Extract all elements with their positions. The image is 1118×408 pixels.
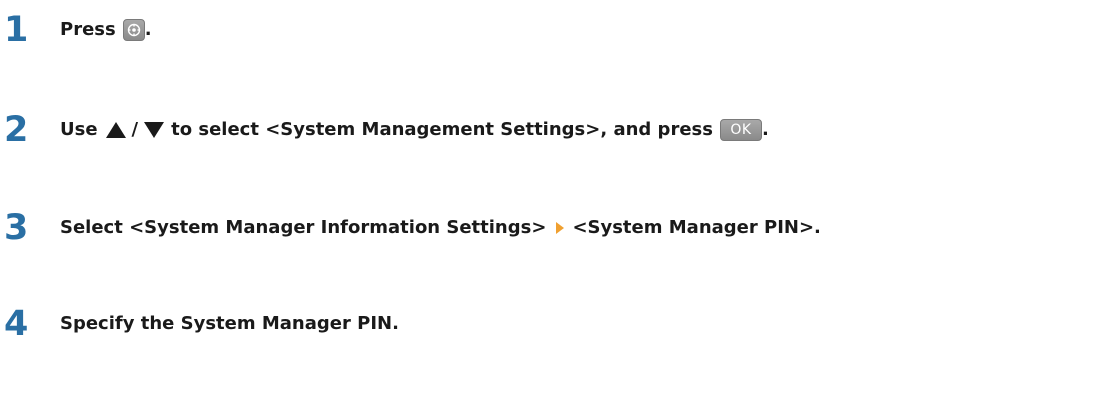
step-2-slash: / <box>131 119 139 140</box>
step-2-period: . <box>761 119 769 140</box>
step-number: 1 <box>4 9 29 50</box>
step-3-after: <System Manager PIN>. <box>572 217 821 238</box>
step-2-middle: to select <System Management Settings>, … <box>171 119 713 140</box>
step-2-use: Use <box>60 119 98 140</box>
step-3-before: Select <System Manager Information Setti… <box>60 217 547 238</box>
step-text: Press . <box>60 19 152 41</box>
up-arrow-icon <box>105 122 126 138</box>
step-1-text: Press <box>60 19 116 40</box>
menu-key-icon <box>122 19 145 41</box>
step-number: 3 <box>4 207 29 248</box>
step-2: 2 Use / to select <System Management Set… <box>0 108 769 152</box>
step-4-text: Specify the System Manager PIN. <box>60 313 399 334</box>
step-1: 1 Press . <box>0 8 152 52</box>
step-text: Select <System Manager Information Setti… <box>60 219 821 237</box>
step-number: 4 <box>4 303 29 344</box>
down-arrow-icon <box>144 122 165 138</box>
step-3: 3 Select <System Manager Information Set… <box>0 206 821 250</box>
step-text: Use / to select <System Management Setti… <box>60 119 769 141</box>
step-number: 2 <box>4 109 29 150</box>
ok-key-icon: OK <box>719 119 762 141</box>
orange-right-arrow-icon <box>556 222 565 234</box>
step-1-period: . <box>144 19 152 40</box>
step-text: Specify the System Manager PIN. <box>60 315 399 333</box>
step-4: 4 Specify the System Manager PIN. <box>0 302 399 346</box>
